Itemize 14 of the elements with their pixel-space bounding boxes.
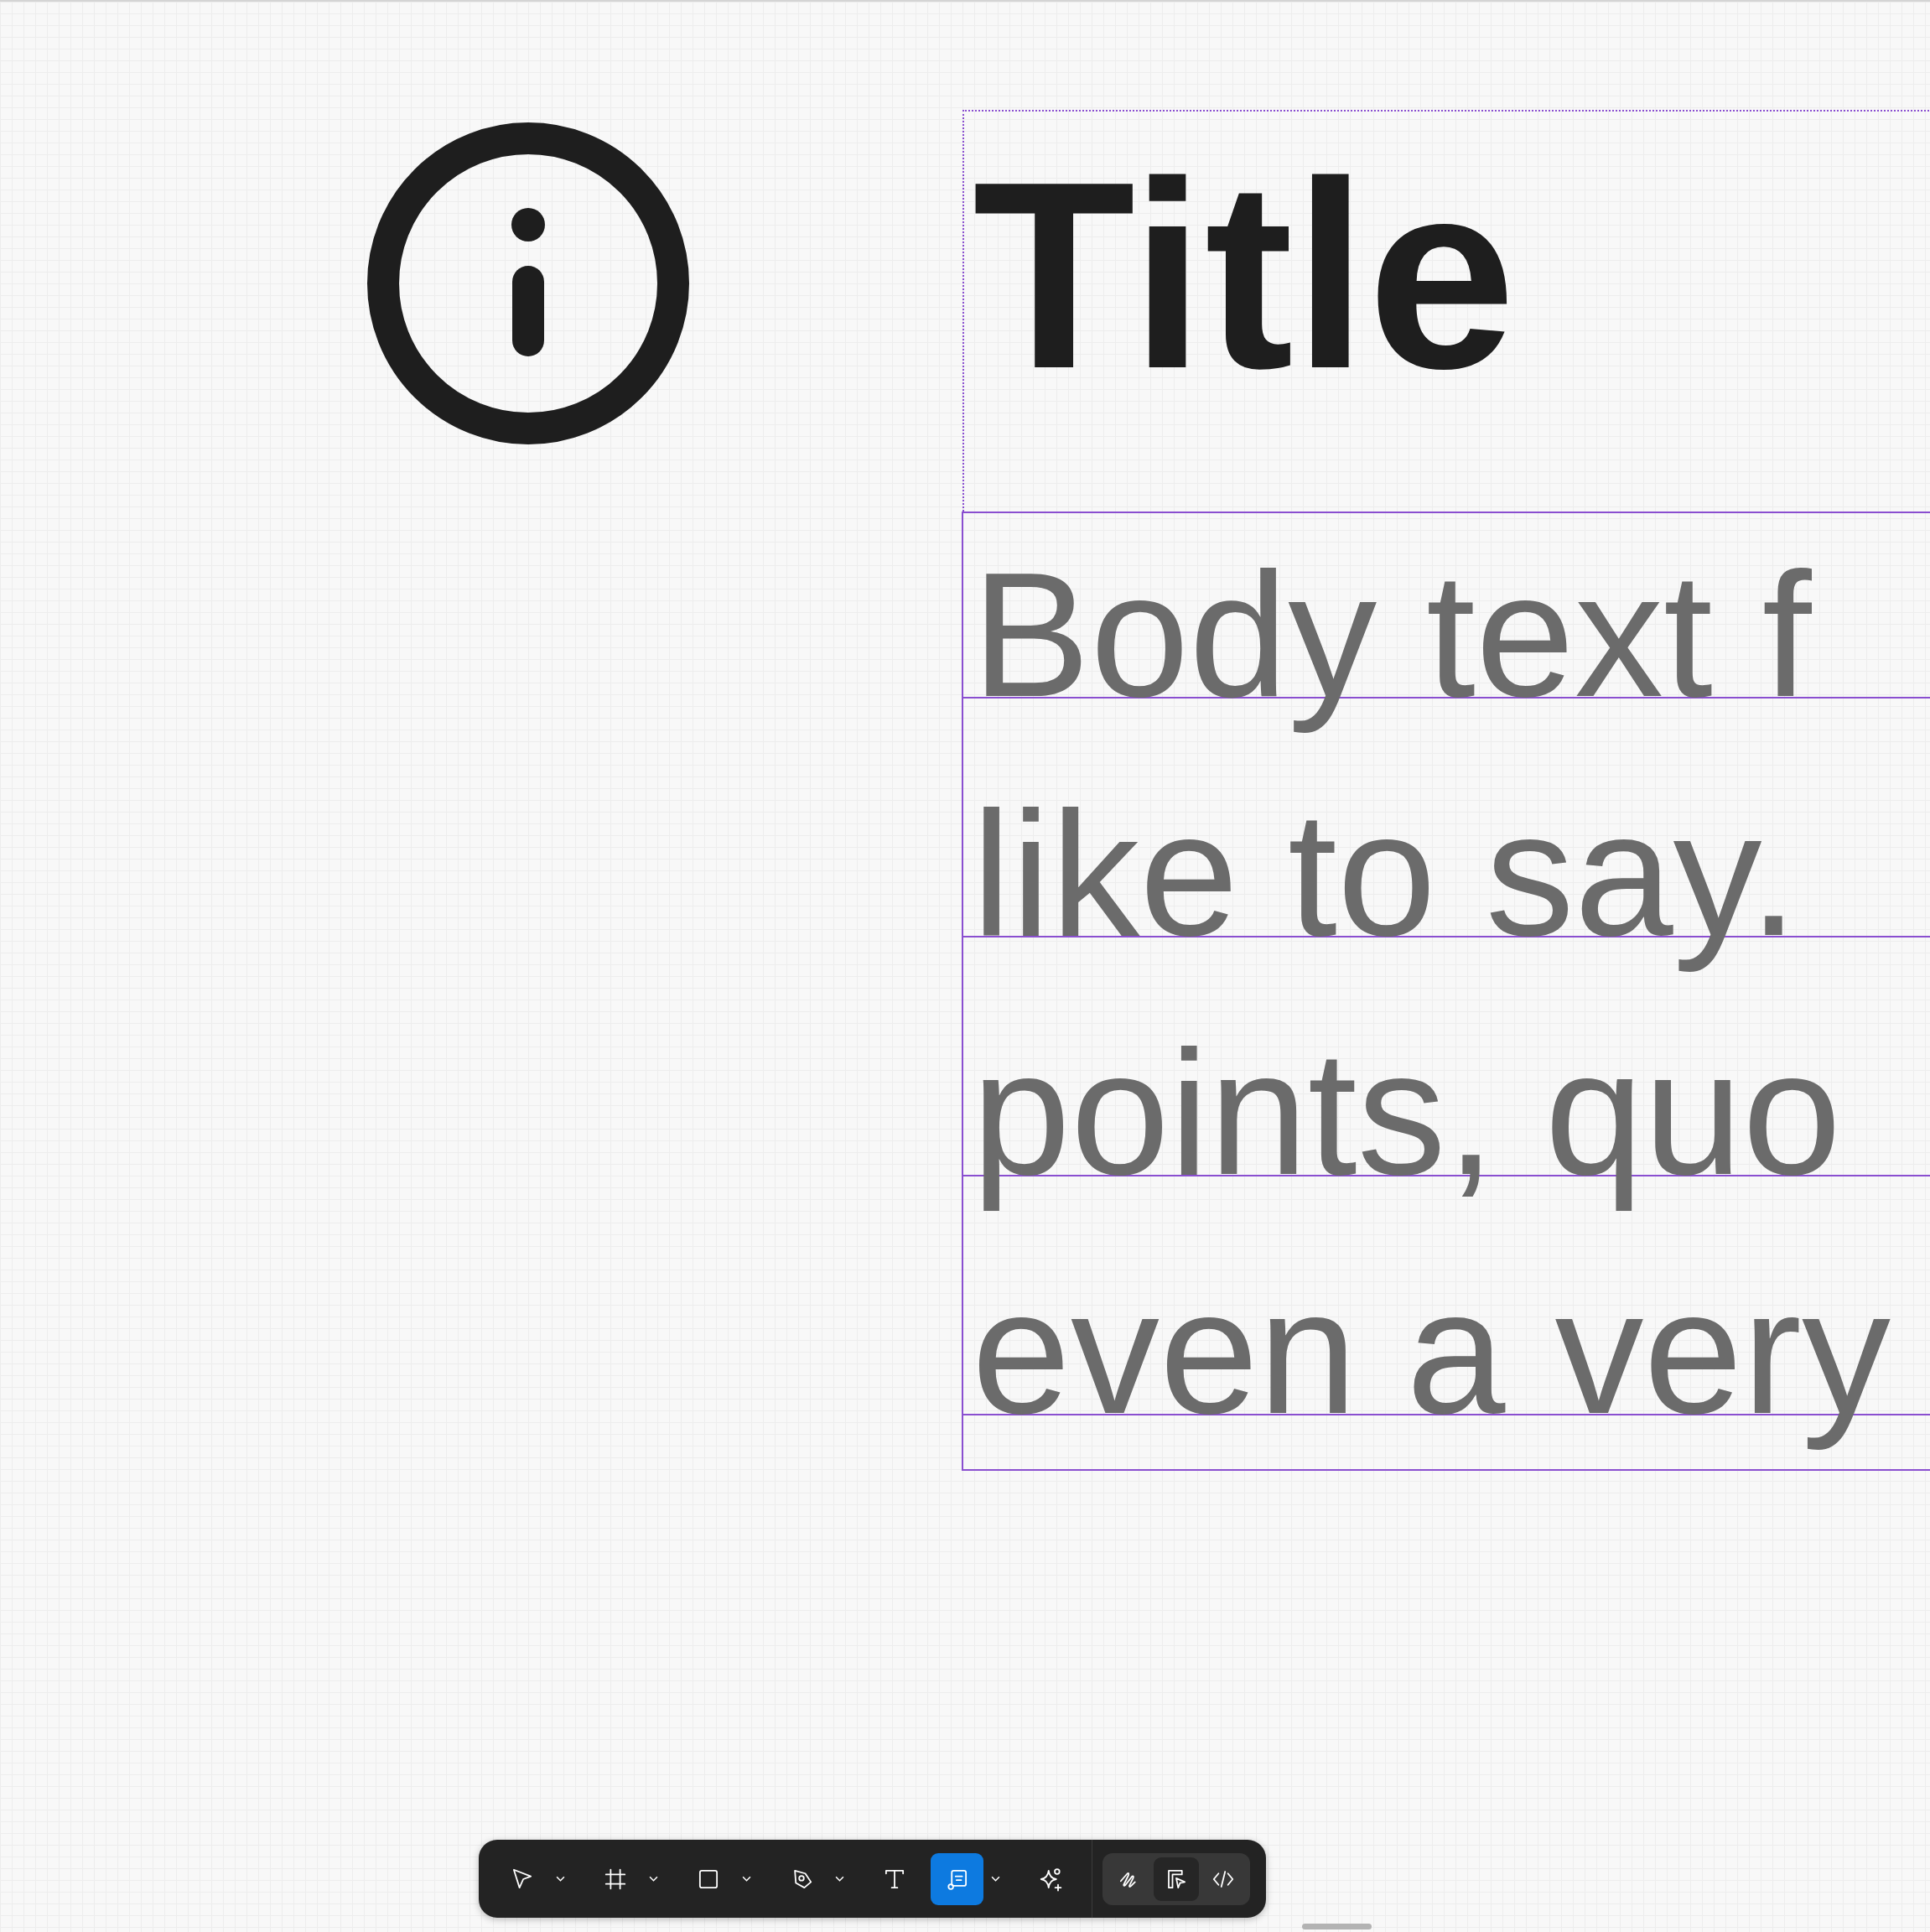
- info-icon: [367, 122, 689, 444]
- body-text-line: Body text f: [971, 534, 1812, 736]
- chevron-icon: [555, 1876, 565, 1882]
- title: Title: [973, 142, 1516, 408]
- scroll-handle[interactable]: [1302, 1924, 1372, 1929]
- body-text-line: like to say.: [971, 773, 1798, 975]
- tool-button[interactable]: [931, 1852, 983, 1905]
- chevron-icon: [834, 1876, 844, 1882]
- body-text-line: even a very: [971, 1251, 1891, 1453]
- chevron-icon: [990, 1876, 1000, 1882]
- chevron-icon: [648, 1876, 658, 1882]
- body-text-line: points, quo: [971, 1012, 1842, 1214]
- chevron-icon: [741, 1876, 751, 1882]
- mode-button[interactable]: [1154, 1857, 1199, 1901]
